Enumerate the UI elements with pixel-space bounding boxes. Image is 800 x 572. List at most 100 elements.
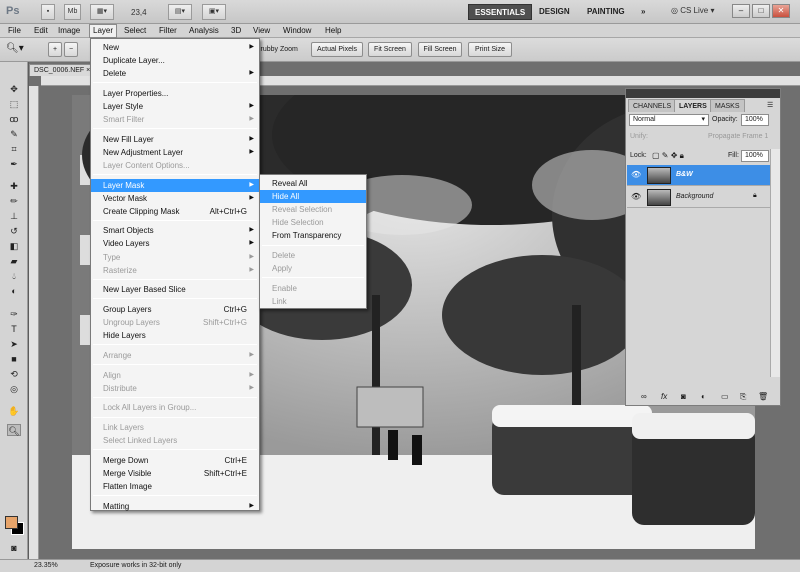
scrubby-zoom-checkbox[interactable]: crubby Zoom bbox=[257, 46, 298, 53]
new-group-icon[interactable]: ▭ bbox=[721, 392, 729, 401]
adjustment-layer-icon[interactable]: ◐ bbox=[701, 392, 706, 401]
add-mask-icon[interactable]: ◙ bbox=[681, 392, 686, 401]
menu-item-layer-style[interactable]: Layer Style ▶ bbox=[91, 100, 259, 113]
vertical-ruler[interactable] bbox=[29, 86, 39, 559]
menu-item-hide-layers[interactable]: Hide Layers bbox=[91, 329, 259, 342]
panel-menu-icon[interactable]: ☰ bbox=[767, 101, 773, 109]
blend-mode-select[interactable]: Normal ▾ bbox=[629, 114, 709, 126]
layers-scrollbar[interactable] bbox=[770, 149, 780, 377]
workspace-more[interactable]: » bbox=[635, 4, 651, 20]
zoom-tool-icon[interactable]: 🔍︎ bbox=[7, 424, 21, 436]
cs-live-button[interactable]: ◎ CS Live ▾ bbox=[671, 6, 714, 15]
menu-item-group-layers[interactable]: Group Layers Ctrl+G bbox=[91, 303, 259, 316]
menu-item-smart-objects[interactable]: Smart Objects ▶ bbox=[91, 224, 259, 237]
menu-item-flatten-image[interactable]: Flatten Image bbox=[91, 480, 259, 493]
print-size-button[interactable]: Print Size bbox=[468, 42, 512, 57]
menu-item-new-fill-layer[interactable]: New Fill Layer ▶ bbox=[91, 133, 259, 146]
fill-screen-button[interactable]: Fill Screen bbox=[418, 42, 462, 57]
fit-screen-button[interactable]: Fit Screen bbox=[368, 42, 412, 57]
marquee-tool-icon[interactable]: ⬚ bbox=[7, 98, 21, 110]
shape-tool-icon[interactable]: ■ bbox=[7, 353, 21, 365]
tab-masks[interactable]: MASKS bbox=[710, 99, 745, 112]
workspace-painting[interactable]: PAINTING bbox=[581, 4, 631, 20]
bridge-button[interactable]: ▪ bbox=[41, 4, 55, 20]
quick-select-tool-icon[interactable]: ✎ bbox=[7, 128, 21, 140]
dodge-tool-icon[interactable]: ◐ bbox=[7, 285, 21, 297]
3d-rotate-tool-icon[interactable]: ⟲ bbox=[7, 368, 21, 380]
zoom-tool-icon[interactable]: 🔍︎▾ bbox=[6, 43, 24, 54]
zoom-in-button[interactable]: + bbox=[48, 42, 62, 57]
menu-image[interactable]: Image bbox=[55, 25, 83, 37]
menu-edit[interactable]: Edit bbox=[31, 25, 51, 37]
menu-layer[interactable]: Layer bbox=[89, 24, 118, 38]
mini-bridge-button[interactable]: Mb bbox=[64, 4, 81, 20]
brush-tool-icon[interactable]: ✏ bbox=[7, 195, 21, 207]
menu-help[interactable]: Help bbox=[322, 25, 344, 37]
menu-item-new[interactable]: New ▶ bbox=[91, 41, 259, 54]
eraser-tool-icon[interactable]: ◧ bbox=[7, 240, 21, 252]
healing-brush-tool-icon[interactable]: ✚ bbox=[7, 180, 21, 192]
menu-item-layer-properties[interactable]: Layer Properties... bbox=[91, 87, 259, 100]
menu-item-matting[interactable]: Matting ▶ bbox=[91, 500, 259, 513]
menu-item-duplicate-layer[interactable]: Duplicate Layer... bbox=[91, 54, 259, 67]
crop-tool-icon[interactable]: ⌗ bbox=[7, 143, 21, 155]
workspace-design[interactable]: DESIGN bbox=[533, 4, 576, 20]
menu-analysis[interactable]: Analysis bbox=[186, 25, 222, 37]
clone-stamp-tool-icon[interactable]: ⊥ bbox=[7, 210, 21, 222]
minimize-button[interactable]: – bbox=[732, 4, 750, 18]
menu-item-vector-mask[interactable]: Vector Mask ▶ bbox=[91, 192, 259, 205]
link-layers-icon[interactable]: ∞ bbox=[641, 392, 647, 401]
menu-item-new-adjustment-layer[interactable]: New Adjustment Layer ▶ bbox=[91, 146, 259, 159]
menu-view[interactable]: View bbox=[250, 25, 273, 37]
type-tool-icon[interactable]: T bbox=[7, 323, 21, 335]
menu-window[interactable]: Window bbox=[280, 25, 314, 37]
visibility-eye-icon[interactable]: 👁︎ bbox=[631, 170, 641, 179]
menu-select[interactable]: Select bbox=[121, 25, 149, 37]
close-window-button[interactable]: ✕ bbox=[772, 4, 790, 18]
menu-item-layer-mask[interactable]: Layer Mask ▶ bbox=[91, 178, 259, 192]
view-extras-button[interactable]: ▦▾ bbox=[90, 4, 114, 20]
path-selection-tool-icon[interactable]: ➤ bbox=[7, 338, 21, 350]
blur-tool-icon[interactable]: 💧︎ bbox=[7, 270, 21, 282]
3d-orbit-tool-icon[interactable]: ◎ bbox=[7, 383, 21, 395]
tab-layers[interactable]: LAYERS bbox=[674, 99, 712, 112]
gradient-tool-icon[interactable]: ▰ bbox=[7, 255, 21, 267]
tab-channels[interactable]: CHANNELS bbox=[628, 99, 677, 112]
move-tool-icon[interactable]: ✥ bbox=[7, 83, 21, 95]
lasso-tool-icon[interactable]: ꝏ bbox=[7, 113, 21, 125]
menu-item-create-clipping-mask[interactable]: Create Clipping Mask Alt+Ctrl+G bbox=[91, 205, 259, 218]
workspace-essentials[interactable]: ESSENTIALS bbox=[468, 4, 533, 20]
pen-tool-icon[interactable]: ✑ bbox=[7, 308, 21, 320]
menu-item-new-layer-based-slice[interactable]: New Layer Based Slice bbox=[91, 283, 259, 296]
opacity-field[interactable]: 100% bbox=[741, 114, 769, 126]
arrange-documents-button[interactable]: ▤▾ bbox=[168, 4, 192, 20]
screen-mode-button[interactable]: ▣▾ bbox=[202, 4, 226, 20]
actual-pixels-button[interactable]: Actual Pixels bbox=[311, 42, 363, 57]
eyedropper-tool-icon[interactable]: ✒ bbox=[7, 158, 21, 170]
panel-header[interactable] bbox=[626, 89, 780, 98]
menu-item-merge-visible[interactable]: Merge Visible Shift+Ctrl+E bbox=[91, 467, 259, 480]
new-layer-icon[interactable]: ⎘ bbox=[740, 392, 746, 402]
status-zoom[interactable]: 23.35% bbox=[34, 560, 58, 572]
layer-row-background[interactable]: 👁︎ Background 🔒︎ bbox=[627, 187, 770, 208]
history-brush-tool-icon[interactable]: ↺ bbox=[7, 225, 21, 237]
lock-icons[interactable]: ▢ ✎ ✥ 🔒︎ bbox=[652, 151, 684, 161]
trash-icon[interactable]: 🗑︎ bbox=[758, 392, 768, 401]
menu-item-video-layers[interactable]: Video Layers ▶ bbox=[91, 237, 259, 250]
zoom-level[interactable]: 23,4 bbox=[131, 8, 147, 17]
menu-filter[interactable]: Filter bbox=[156, 25, 180, 37]
quick-mask-icon[interactable]: ◙ bbox=[7, 542, 21, 554]
menu-item-hide-all[interactable]: Hide All bbox=[260, 190, 366, 204]
layer-row-bw[interactable]: 👁︎ B&W bbox=[627, 165, 770, 186]
zoom-out-button[interactable]: − bbox=[64, 42, 78, 57]
menu-file[interactable]: File bbox=[5, 25, 24, 37]
fx-icon[interactable]: fx bbox=[661, 392, 667, 401]
visibility-eye-icon[interactable]: 👁︎ bbox=[631, 192, 641, 201]
menu-3d[interactable]: 3D bbox=[228, 25, 244, 37]
menu-item-merge-down[interactable]: Merge Down Ctrl+E bbox=[91, 454, 259, 467]
fill-field[interactable]: 100% bbox=[741, 150, 769, 162]
foreground-color-swatch[interactable] bbox=[5, 516, 18, 529]
menu-item-from-transparency[interactable]: From Transparency bbox=[260, 229, 366, 242]
maximize-button[interactable]: □ bbox=[752, 4, 770, 18]
propagate-frame-checkbox[interactable]: Propagate Frame 1 bbox=[708, 133, 768, 140]
